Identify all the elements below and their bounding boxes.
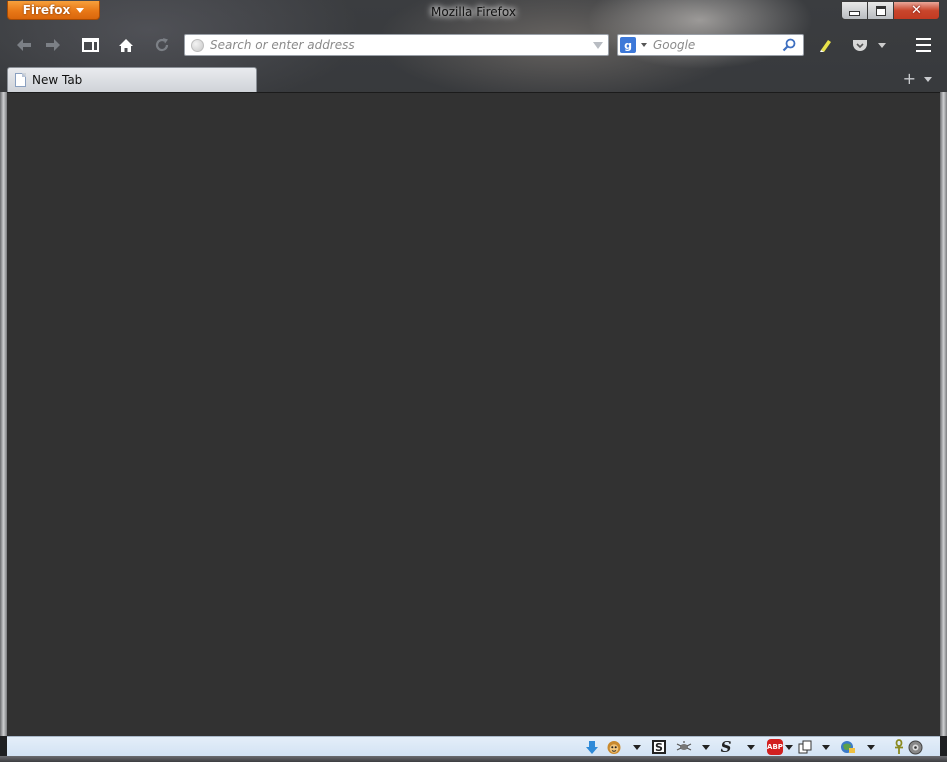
scrapbook-icon: S	[652, 740, 666, 754]
chevron-down-icon	[633, 744, 641, 750]
tab-tools-menu-button[interactable]	[820, 738, 832, 756]
minimize-icon	[849, 11, 860, 16]
minimize-button[interactable]	[841, 1, 868, 20]
back-arrow-icon	[17, 39, 31, 51]
menu-button[interactable]	[910, 30, 936, 60]
toolbar-overflow-button[interactable]	[874, 30, 890, 60]
forward-arrow-icon	[46, 39, 60, 51]
highlighter-button[interactable]	[813, 30, 839, 60]
sidebar-icon	[81, 38, 99, 52]
greasemonkey-menu-button[interactable]	[631, 738, 643, 756]
stylish-icon: S	[720, 738, 732, 756]
bug-icon	[676, 741, 692, 751]
window-frame: Firefox Mozilla Firefox ✕ Search or ente…	[0, 0, 947, 762]
stylish-button[interactable]: S	[717, 738, 735, 756]
search-bar[interactable]: g	[617, 34, 804, 56]
home-icon	[119, 38, 133, 52]
home-button[interactable]	[113, 30, 139, 60]
adblock-plus-button[interactable]: ABP	[766, 738, 794, 756]
stylish-menu-button[interactable]	[745, 738, 757, 756]
tab-new-tab[interactable]: New Tab	[7, 67, 257, 92]
robot-button[interactable]	[906, 738, 924, 756]
tab-label: New Tab	[32, 73, 83, 87]
web-developer-button[interactable]	[839, 738, 857, 756]
tab-tools-button[interactable]	[796, 738, 814, 756]
hamburger-menu-icon-line	[915, 50, 931, 52]
chevron-down-icon	[867, 744, 875, 750]
tab-tools-icon	[798, 740, 812, 754]
highlighter-icon	[820, 40, 831, 52]
back-button[interactable]	[11, 30, 37, 60]
page-icon	[15, 73, 26, 87]
window-border-right	[940, 92, 947, 736]
addon-bar: S S ABP	[7, 736, 940, 756]
hamburger-menu-icon	[915, 38, 931, 40]
close-icon: ✕	[911, 3, 922, 18]
new-tab-button[interactable]: +	[903, 71, 916, 87]
chevron-down-icon	[702, 744, 710, 750]
ankh-icon	[895, 739, 903, 754]
google-engine-icon[interactable]: g	[620, 37, 636, 53]
navigation-toolbar: g	[7, 30, 940, 60]
robot-icon	[908, 740, 922, 754]
maximize-icon	[875, 5, 886, 16]
chevron-down-icon	[878, 42, 886, 48]
firebug-menu-button[interactable]	[700, 738, 712, 756]
chevron-down-icon	[747, 744, 755, 750]
greasemonkey-button[interactable]	[605, 738, 623, 756]
window-title: Mozilla Firefox	[431, 5, 516, 19]
history-dropdown-icon[interactable]	[593, 42, 603, 49]
reload-icon	[155, 38, 169, 52]
pocket-button[interactable]	[847, 30, 873, 60]
window-controls: ✕	[841, 1, 940, 20]
sidebar-toggle-button[interactable]	[77, 30, 103, 60]
firebug-button[interactable]	[673, 738, 695, 756]
web-developer-menu-button[interactable]	[865, 738, 877, 756]
close-button[interactable]: ✕	[894, 1, 940, 20]
maximize-button[interactable]	[868, 1, 894, 20]
web-developer-icon	[841, 741, 855, 753]
adblock-plus-icon: ABP	[767, 739, 783, 755]
pocket-icon	[853, 40, 867, 51]
forward-button[interactable]	[40, 30, 66, 60]
tab-list-dropdown-icon[interactable]	[924, 77, 932, 82]
magnifier-icon[interactable]	[782, 38, 796, 52]
reload-button[interactable]	[149, 30, 175, 60]
engine-dropdown-icon[interactable]	[641, 43, 647, 47]
page-content[interactable]	[7, 92, 940, 736]
tab-strip: New Tab +	[7, 67, 940, 92]
address-input[interactable]	[210, 36, 580, 54]
greasemonkey-icon	[607, 741, 621, 754]
window-border-left	[0, 92, 7, 736]
chevron-down-icon	[822, 744, 830, 750]
scrapbook-button[interactable]: S	[650, 738, 668, 756]
download-arrow-icon	[586, 740, 598, 754]
downloads-button[interactable]	[583, 738, 601, 756]
search-input[interactable]	[653, 36, 778, 54]
window-border-bottom	[0, 756, 947, 762]
address-bar[interactable]	[184, 34, 609, 56]
hamburger-menu-icon-line	[915, 44, 931, 46]
chevron-down-icon	[785, 744, 793, 750]
globe-icon	[191, 38, 204, 52]
